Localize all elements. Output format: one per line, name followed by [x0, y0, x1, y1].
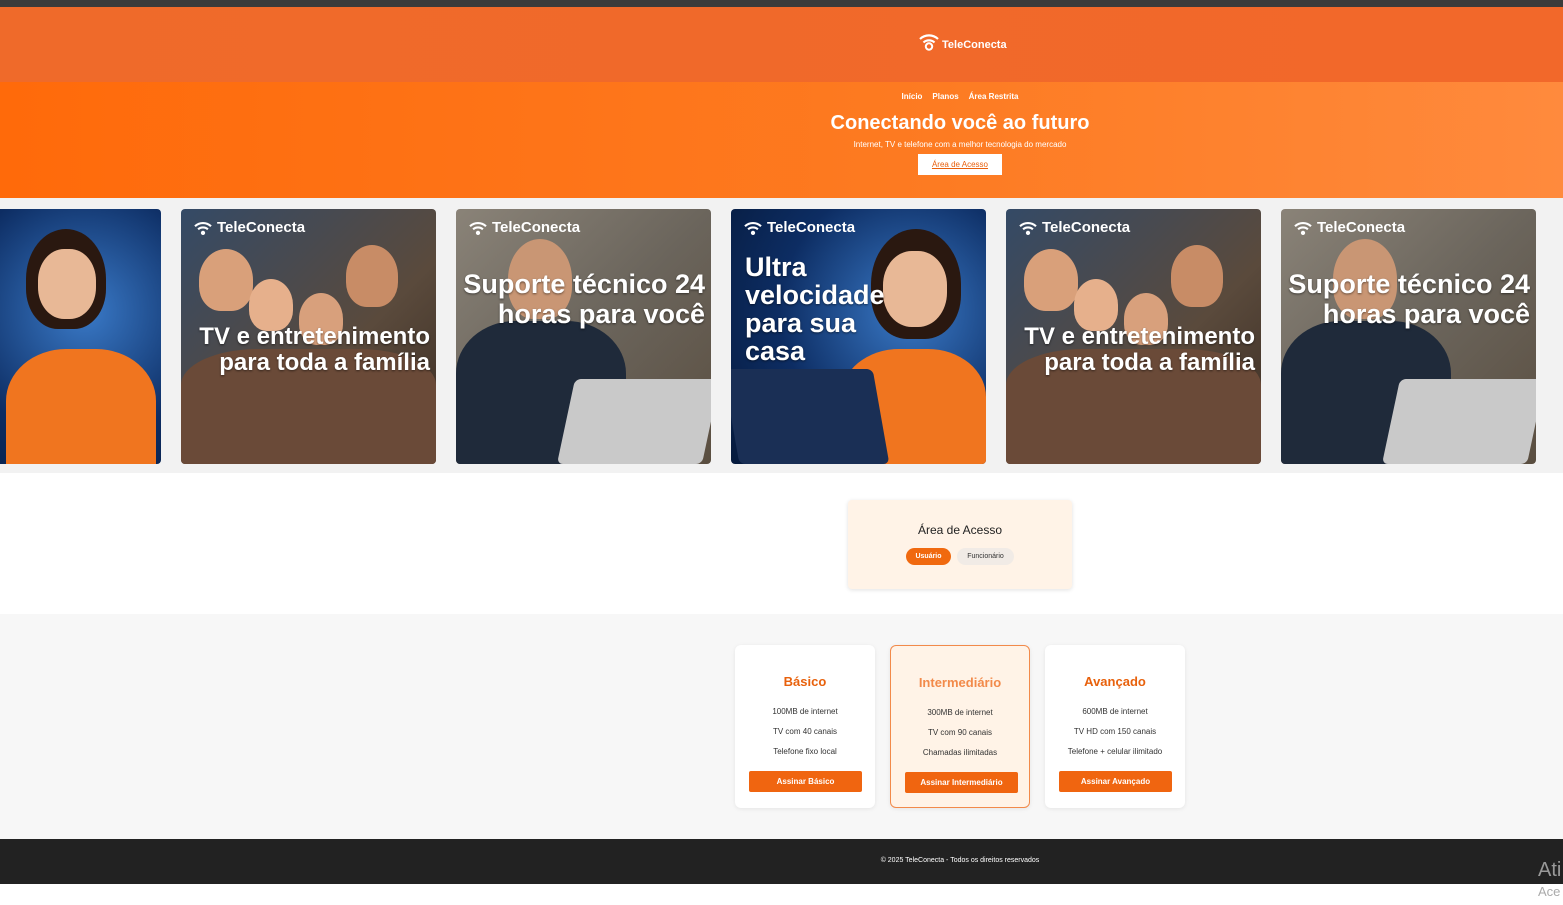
- plan-feature: TV com 90 canais: [927, 728, 993, 737]
- laptop-photo: [556, 379, 711, 464]
- face-photo: [1171, 245, 1223, 307]
- plan-feature: TV HD com 150 canais: [1073, 727, 1157, 736]
- main-nav: Início Planos Área Restrita: [0, 92, 1563, 101]
- plan-features: 100MB de internet TV com 40 canais Telef…: [735, 702, 875, 762]
- laptop-photo: [731, 369, 890, 464]
- carousel-slide[interactable]: TeleConecta Ultra velocidade para sua ca…: [731, 209, 986, 464]
- face-photo: [1024, 249, 1078, 311]
- plans-section: Básico 100MB de internet TV com 40 canai…: [0, 614, 1563, 839]
- slide-brand: TeleConecta: [1293, 219, 1405, 236]
- slide-caption: TV e entretenimento para toda a família: [199, 323, 430, 376]
- face-photo: [346, 245, 398, 307]
- site-header: TeleConecta: [0, 7, 1563, 82]
- slide-caption: TV e entretenimento para toda a família: [1024, 323, 1255, 376]
- laptop-photo: [1381, 379, 1536, 464]
- plan-feature: 600MB de internet: [1082, 707, 1148, 716]
- wifi-icon: [1019, 221, 1037, 235]
- nav-link-planos[interactable]: Planos: [932, 92, 958, 101]
- slide-brand: TeleConecta: [193, 219, 305, 236]
- plan-name: Avançado: [1084, 674, 1146, 689]
- plan-card-basico: Básico 100MB de internet TV com 40 canai…: [735, 645, 875, 808]
- hero-section: Início Planos Área Restrita Conectando v…: [0, 82, 1563, 198]
- access-area-button[interactable]: Área de Acesso: [918, 154, 1002, 175]
- plan-feature: TV com 40 canais: [772, 727, 838, 736]
- plan-card-avancado: Avançado 600MB de internet TV HD com 150…: [1045, 645, 1185, 808]
- subscribe-avancado-button[interactable]: Assinar Avançado: [1059, 771, 1172, 792]
- plan-card-intermediario: Intermediário 300MB de internet TV com 9…: [890, 645, 1030, 808]
- carousel-slide[interactable]: ecta dadea: [0, 209, 161, 464]
- slide-brand: TeleConecta: [468, 219, 580, 236]
- plan-name: Intermediário: [918, 675, 1002, 690]
- slide-caption: Ultra velocidade para sua casa: [745, 252, 885, 366]
- access-area-title: Área de Acesso: [917, 523, 1003, 537]
- subscribe-intermediario-button[interactable]: Assinar Intermediário: [905, 772, 1018, 793]
- access-area-card: Área de Acesso Usuário Funcionário: [848, 500, 1072, 589]
- plan-name: Básico: [783, 674, 827, 689]
- slide-brand-text: TeleConecta: [1042, 219, 1131, 236]
- plan-feature: 100MB de internet: [772, 707, 838, 716]
- slide-brand: TeleConecta: [743, 219, 855, 236]
- wifi-icon: [919, 34, 939, 51]
- face-photo: [199, 249, 253, 311]
- os-activation-watermark: Ati: [1538, 859, 1562, 881]
- wifi-icon: [1294, 221, 1312, 235]
- slide-brand-text: TeleConecta: [492, 219, 581, 236]
- slide-caption: Suporte técnico 24 horas para você: [1288, 269, 1530, 329]
- plan-feature: 300MB de internet: [927, 708, 993, 717]
- hero-title: Conectando você ao futuro: [830, 112, 1090, 134]
- tab-usuario[interactable]: Usuário: [906, 548, 951, 565]
- plan-feature: Telefone + celular ilimitado: [1067, 747, 1163, 756]
- face-photo: [38, 249, 96, 319]
- slide-caption: Suporte técnico 24 horas para você: [463, 269, 705, 329]
- plan-features: 300MB de internet TV com 90 canais Chama…: [891, 703, 1029, 763]
- os-activation-watermark-sub: Ace: [1538, 884, 1561, 899]
- site-logo[interactable]: TeleConecta: [918, 31, 1007, 51]
- hero-subtitle: Internet, TV e telefone com a melhor tec…: [853, 140, 1067, 149]
- plan-features: 600MB de internet TV HD com 150 canais T…: [1045, 702, 1185, 762]
- body-photo: [6, 349, 156, 464]
- wifi-icon: [194, 221, 212, 235]
- slide-brand-text: TeleConecta: [767, 219, 856, 236]
- carousel-slide[interactable]: TeleConecta TV e entretenimento para tod…: [1006, 209, 1261, 464]
- banner-carousel: ecta dadea TeleConecta TV e entretenimen…: [0, 198, 1563, 473]
- plan-feature: Telefone fixo local: [773, 747, 837, 756]
- tab-funcionario[interactable]: Funcionário: [957, 548, 1014, 565]
- site-footer: © 2025 TeleConecta - Todos os direitos r…: [0, 839, 1563, 884]
- nav-link-inicio[interactable]: Início: [902, 92, 923, 101]
- slide-brand-text: TeleConecta: [217, 219, 306, 236]
- browser-top-strip: [0, 0, 1563, 7]
- logo-text: TeleConecta: [942, 39, 1007, 51]
- footer-copyright: © 2025 TeleConecta - Todos os direitos r…: [880, 857, 1040, 864]
- carousel-slide[interactable]: TeleConecta TV e entretenimento para tod…: [181, 209, 436, 464]
- slide-brand-text: TeleConecta: [1317, 219, 1406, 236]
- plan-feature: Chamadas ilimitadas: [922, 748, 998, 757]
- carousel-slide[interactable]: TeleConecta Suporte técnico 24 horas par…: [456, 209, 711, 464]
- subscribe-basico-button[interactable]: Assinar Básico: [749, 771, 862, 792]
- wifi-icon: [469, 221, 487, 235]
- wifi-icon: [744, 221, 762, 235]
- carousel-slide[interactable]: TeleConecta Suporte técnico 24 horas par…: [1281, 209, 1536, 464]
- nav-link-area-restrita[interactable]: Área Restrita: [969, 92, 1019, 101]
- slide-brand: TeleConecta: [1018, 219, 1130, 236]
